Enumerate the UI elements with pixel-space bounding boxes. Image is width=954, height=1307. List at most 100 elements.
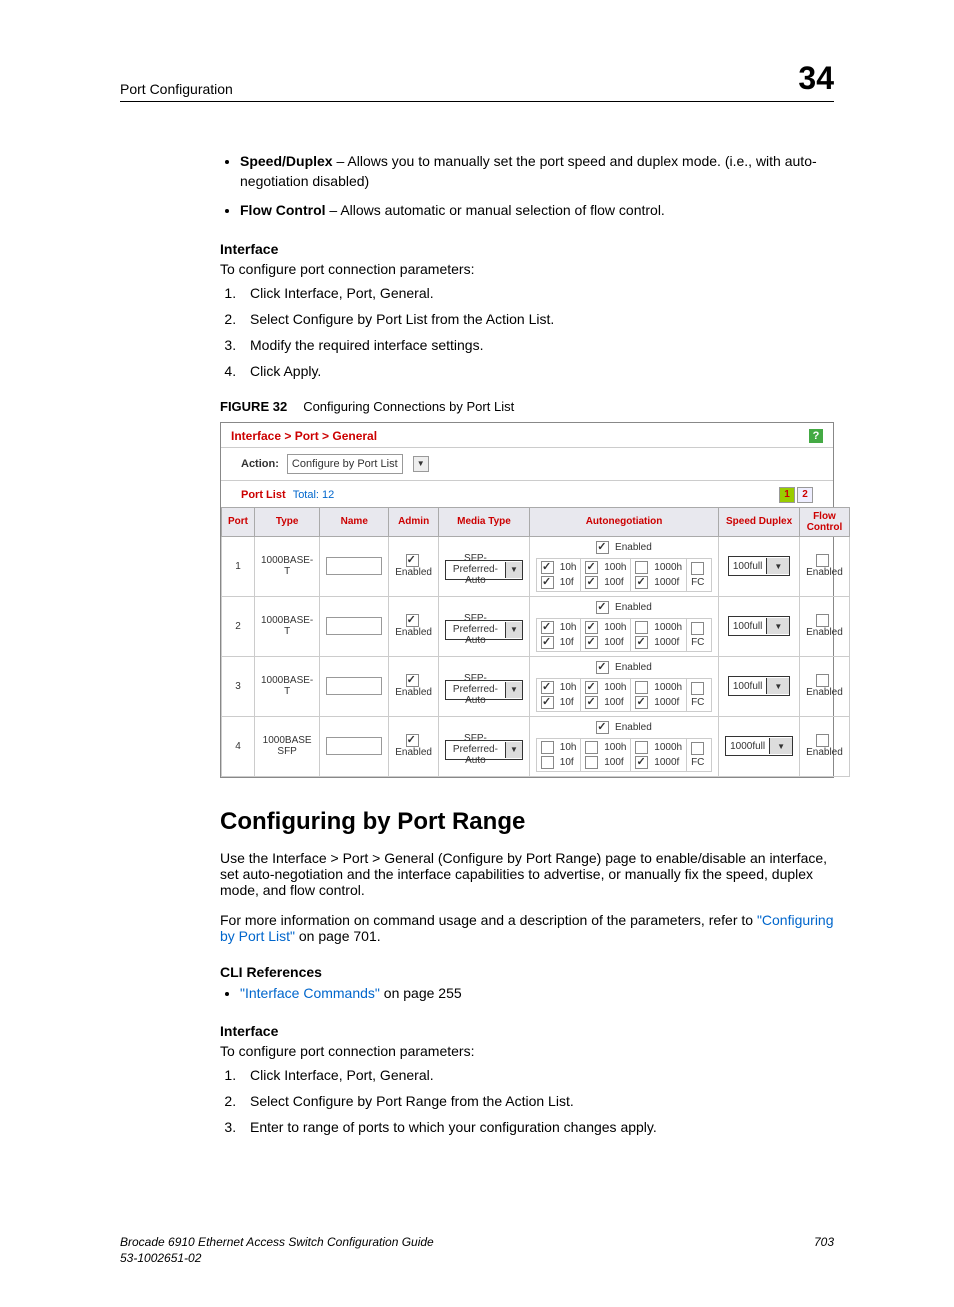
- cell-name: [320, 536, 389, 596]
- media-select[interactable]: SFP-Preferred-Auto▼: [445, 680, 523, 700]
- cell-flow: Enabled: [800, 716, 850, 776]
- interface-intro-2: To configure port connection parameters:: [220, 1043, 834, 1059]
- cell-port: 4: [222, 716, 255, 776]
- checkbox[interactable]: [406, 614, 419, 627]
- action-select[interactable]: Configure by Port List: [287, 454, 403, 474]
- checkbox[interactable]: [585, 756, 598, 769]
- cell-speed: 1000full▼: [719, 716, 800, 776]
- checkbox[interactable]: [406, 554, 419, 567]
- checkbox[interactable]: [585, 681, 598, 694]
- checkbox[interactable]: [406, 734, 419, 747]
- checkbox[interactable]: [541, 741, 554, 754]
- step-4: Click Apply.: [240, 363, 834, 379]
- checkbox[interactable]: [816, 554, 829, 567]
- col-media: Media Type: [438, 507, 529, 536]
- cell-flow: Enabled: [800, 656, 850, 716]
- checkbox[interactable]: [816, 674, 829, 687]
- checkbox[interactable]: [596, 721, 609, 734]
- checkbox[interactable]: [635, 621, 648, 634]
- checkbox[interactable]: [635, 681, 648, 694]
- header-chapter-number: 34: [798, 60, 834, 97]
- checkbox[interactable]: [541, 756, 554, 769]
- checkbox[interactable]: [635, 741, 648, 754]
- checkbox[interactable]: [585, 561, 598, 574]
- cell-autoneg: Enabled 10h 10f 100h 100f 1000h 1000f FC: [529, 716, 718, 776]
- checkbox[interactable]: [596, 601, 609, 614]
- checkbox[interactable]: [635, 561, 648, 574]
- help-icon[interactable]: ?: [809, 429, 823, 443]
- checkbox[interactable]: [541, 636, 554, 649]
- name-input[interactable]: [326, 737, 382, 755]
- checkbox[interactable]: [585, 741, 598, 754]
- page-1[interactable]: 1: [779, 487, 795, 503]
- cell-type: 1000BASE-T: [255, 656, 320, 716]
- col-flow: Flow Control: [800, 507, 850, 536]
- checkbox[interactable]: [596, 661, 609, 674]
- media-select[interactable]: SFP-Preferred-Auto▼: [445, 620, 523, 640]
- chevron-down-icon: ▼: [766, 618, 789, 634]
- speed-select[interactable]: 100full▼: [728, 676, 790, 696]
- table-row: 3 1000BASE-T Enabled SFP-Preferred-Auto▼…: [222, 656, 850, 716]
- checkbox[interactable]: [691, 742, 704, 755]
- speed-select[interactable]: 1000full▼: [725, 736, 793, 756]
- chevron-down-icon[interactable]: ▼: [413, 456, 429, 472]
- col-admin: Admin: [389, 507, 439, 536]
- link-interface-commands[interactable]: "Interface Commands": [240, 985, 380, 1001]
- cell-name: [320, 716, 389, 776]
- name-input[interactable]: [326, 617, 382, 635]
- interface-steps-2: Click Interface, Port, General. Select C…: [220, 1067, 834, 1135]
- interface-heading-2: Interface: [220, 1023, 834, 1039]
- checkbox[interactable]: [541, 681, 554, 694]
- page-footer: Brocade 6910 Ethernet Access Switch Conf…: [120, 1235, 834, 1266]
- checkbox[interactable]: [585, 621, 598, 634]
- media-select[interactable]: SFP-Preferred-Auto▼: [445, 560, 523, 580]
- cell-autoneg: Enabled 10h 10f 100h 100f 1000h 1000f FC: [529, 656, 718, 716]
- chevron-down-icon: ▼: [766, 558, 789, 574]
- checkbox[interactable]: [541, 576, 554, 589]
- checkbox[interactable]: [816, 734, 829, 747]
- speed-select[interactable]: 100full▼: [728, 556, 790, 576]
- checkbox[interactable]: [635, 756, 648, 769]
- checkbox[interactable]: [691, 562, 704, 575]
- checkbox[interactable]: [635, 696, 648, 709]
- checkbox[interactable]: [585, 696, 598, 709]
- cell-type: 1000BASE-T: [255, 596, 320, 656]
- checkbox[interactable]: [541, 621, 554, 634]
- name-input[interactable]: [326, 557, 382, 575]
- cli-reference-item: "Interface Commands" on page 255: [240, 984, 834, 1004]
- checkbox[interactable]: [406, 674, 419, 687]
- name-input[interactable]: [326, 677, 382, 695]
- chevron-down-icon: ▼: [766, 678, 789, 694]
- cell-name: [320, 656, 389, 716]
- checkbox[interactable]: [691, 622, 704, 635]
- bullet-speed-duplex: Speed/Duplex – Allows you to manually se…: [240, 152, 834, 191]
- checkbox[interactable]: [635, 576, 648, 589]
- checkbox[interactable]: [541, 696, 554, 709]
- checkbox[interactable]: [585, 576, 598, 589]
- breadcrumb: Interface > Port > General ?: [221, 423, 833, 448]
- checkbox[interactable]: [596, 541, 609, 554]
- page-header: Port Configuration 34: [120, 60, 834, 102]
- chevron-down-icon: ▼: [505, 622, 522, 638]
- chevron-down-icon: ▼: [769, 738, 792, 754]
- pager: 1 2: [779, 487, 813, 503]
- cell-type: 1000BASE SFP: [255, 716, 320, 776]
- action-row: Action: Configure by Port List ▼: [221, 448, 833, 481]
- checkbox[interactable]: [541, 561, 554, 574]
- cell-port: 2: [222, 596, 255, 656]
- cell-speed: 100full▼: [719, 656, 800, 716]
- col-type: Type: [255, 507, 320, 536]
- checkbox[interactable]: [585, 636, 598, 649]
- checkbox[interactable]: [816, 614, 829, 627]
- cell-admin: Enabled: [389, 536, 439, 596]
- bullet-flow-control: Flow Control – Allows automatic or manua…: [240, 201, 834, 221]
- chevron-down-icon: ▼: [505, 682, 522, 698]
- checkbox[interactable]: [691, 682, 704, 695]
- checkbox[interactable]: [635, 636, 648, 649]
- action-label: Action:: [241, 458, 279, 470]
- speed-select[interactable]: 100full▼: [728, 616, 790, 636]
- page-2[interactable]: 2: [797, 487, 813, 503]
- media-select[interactable]: SFP-Preferred-Auto▼: [445, 740, 523, 760]
- table-row: 4 1000BASE SFP Enabled SFP-Preferred-Aut…: [222, 716, 850, 776]
- cell-media: SFP-Preferred-Auto▼: [438, 536, 529, 596]
